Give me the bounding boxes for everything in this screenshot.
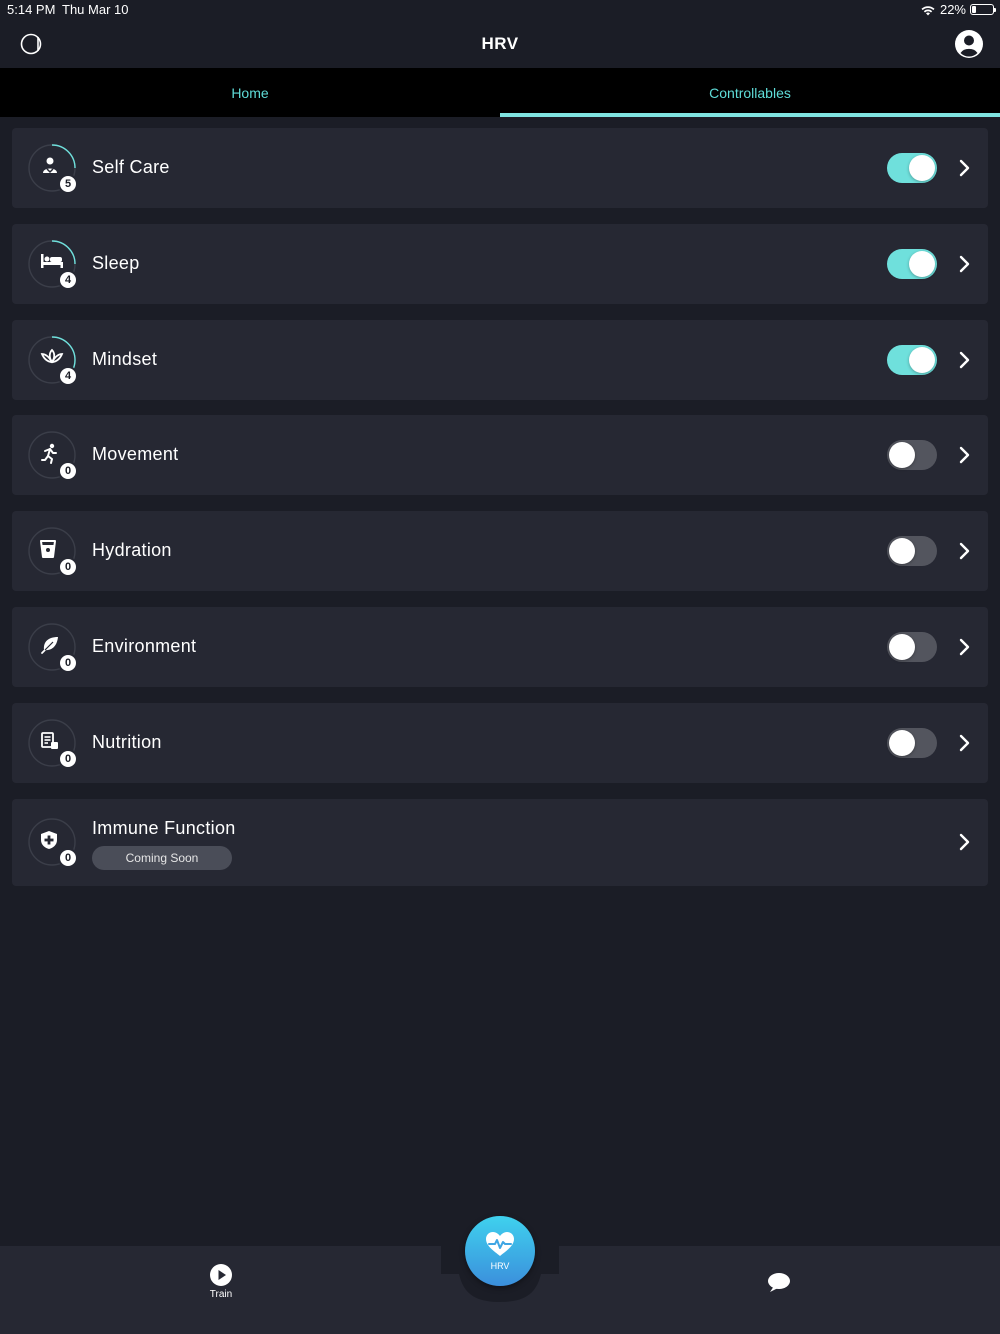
count-badge: 0 — [58, 748, 78, 769]
progress-ring: 4 — [28, 335, 78, 386]
page-title: HRV — [481, 34, 519, 53]
environment-toggle[interactable] — [887, 631, 937, 662]
nav-train[interactable]: Train — [200, 1263, 242, 1300]
controllable-card-mindset[interactable]: 4 Mindset — [12, 319, 988, 400]
chevron-right-icon[interactable] — [958, 158, 972, 178]
hydration-toggle[interactable] — [887, 536, 937, 567]
status-time: 5:14 PM — [7, 2, 56, 17]
controllable-label: Hydration — [92, 540, 172, 561]
progress-ring: 5 — [28, 144, 78, 194]
mindset-toggle[interactable] — [887, 344, 937, 375]
controllable-card-sleep[interactable]: 4 Sleep — [12, 223, 988, 304]
play-circle-icon — [210, 1264, 232, 1286]
controllables-list: 5 Self Care 4 Sleep 4 Mindset 0 Movement… — [12, 128, 988, 901]
controllable-card-immune-function[interactable]: 0 Immune Function Coming Soon — [12, 798, 988, 886]
status-bar: 5:14 PM Thu Mar 10 22% — [0, 0, 1000, 20]
controllable-card-environment[interactable]: 0 Environment — [12, 606, 988, 687]
chevron-right-icon[interactable] — [958, 541, 972, 561]
sleep-toggle[interactable] — [887, 248, 937, 279]
controllable-label: Environment — [92, 635, 197, 656]
controllable-label: Mindset — [92, 348, 158, 369]
count-badge: 4 — [58, 365, 78, 386]
controllable-label: Sleep — [92, 252, 140, 273]
count-badge: 0 — [58, 652, 78, 673]
hrv-button[interactable]: HRV — [465, 1216, 535, 1286]
wifi-icon — [920, 4, 936, 16]
progress-ring: 0 — [28, 817, 78, 868]
movement-toggle[interactable] — [887, 440, 937, 471]
count-badge: 0 — [58, 847, 78, 868]
nutrition-toggle[interactable] — [887, 727, 937, 758]
controllable-card-self-care[interactable]: 5 Self Care — [12, 128, 988, 208]
hrv-label: HRV — [490, 1261, 510, 1271]
controllable-label: Movement — [92, 444, 179, 465]
coming-soon-badge: Coming Soon — [92, 845, 232, 870]
progress-ring: 0 — [28, 527, 78, 578]
user-profile-icon[interactable] — [954, 29, 984, 59]
heart-pulse-icon — [486, 1232, 514, 1256]
controllable-card-movement[interactable]: 0 Movement — [12, 415, 988, 496]
controllable-card-hydration[interactable]: 0 Hydration — [12, 511, 988, 592]
self-care-toggle[interactable] — [887, 153, 937, 183]
count-badge: 5 — [58, 174, 78, 194]
controllable-card-nutrition[interactable]: 0 Nutrition — [12, 702, 988, 783]
chevron-right-icon[interactable] — [958, 832, 972, 852]
app-header: HRV — [0, 20, 1000, 68]
chat-bubble-icon[interactable] — [766, 1271, 792, 1295]
controllable-label: Self Care — [92, 157, 170, 177]
chevron-right-icon[interactable] — [958, 733, 972, 753]
tab-controllables[interactable]: Controllables — [500, 68, 1000, 117]
tab-bar: Home Controllables — [0, 68, 1000, 117]
progress-ring: 0 — [28, 623, 78, 673]
progress-ring: 4 — [28, 240, 78, 290]
battery-percent: 22% — [939, 2, 966, 17]
controllable-label: Nutrition — [92, 731, 162, 752]
nav-train-label: Train — [209, 1289, 233, 1300]
battery-icon — [970, 4, 996, 15]
chevron-right-icon[interactable] — [958, 637, 972, 657]
status-date: Thu Mar 10 — [62, 2, 129, 17]
controllable-label: Immune Function — [92, 817, 236, 838]
chevron-right-icon[interactable] — [958, 350, 972, 370]
count-badge: 4 — [58, 269, 78, 290]
progress-ring: 0 — [28, 719, 78, 769]
chevron-right-icon[interactable] — [958, 254, 972, 274]
progress-ring: 0 — [28, 431, 78, 482]
status-indicators: 22% — [920, 2, 996, 17]
tab-home[interactable]: Home — [0, 68, 500, 117]
chevron-right-icon[interactable] — [958, 445, 972, 465]
